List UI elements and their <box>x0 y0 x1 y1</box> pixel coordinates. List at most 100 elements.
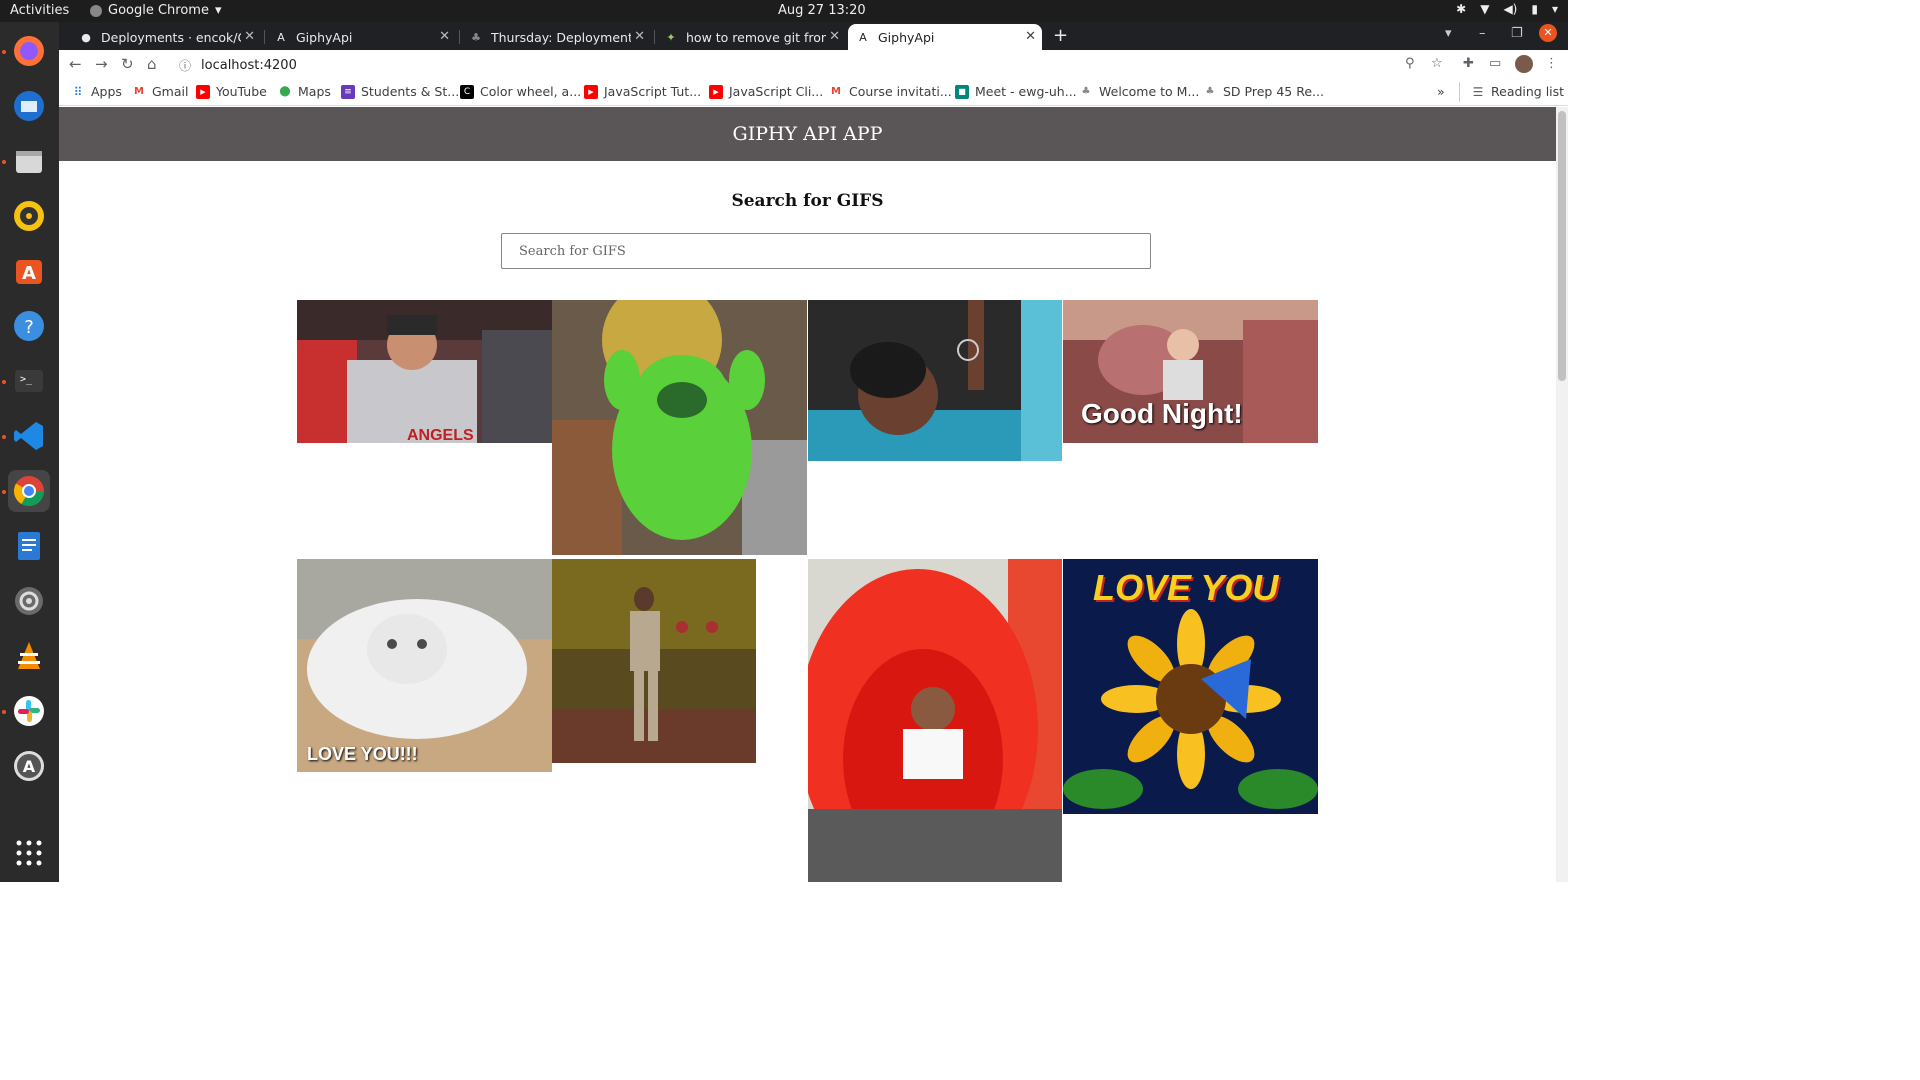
gif-cat-love-you[interactable]: LOVE YOU!!! <box>297 559 552 772</box>
terminal-icon[interactable]: >_ <box>8 360 50 402</box>
bookmark-youtube[interactable]: ▶ YouTube <box>196 84 267 99</box>
tab-search-icon[interactable]: ▾ <box>1445 26 1452 41</box>
gif-image: ANGELS <box>297 300 552 443</box>
reading-list-icon: ☰ <box>1472 84 1484 99</box>
minimize-icon[interactable]: – <box>1479 26 1486 41</box>
site-info-icon[interactable]: ⓘ <box>179 57 191 74</box>
gif-good-night[interactable]: Good Night! <box>1063 300 1318 443</box>
tab-title: GiphyApi <box>878 29 935 45</box>
power-menu-icon[interactable]: ▾ <box>1552 2 1558 16</box>
software-store-icon[interactable]: A <box>8 250 50 292</box>
app-menu[interactable]: Google Chrome ▾ <box>90 3 222 18</box>
angular-app-icon[interactable]: A <box>8 745 50 787</box>
chrome-small-icon <box>90 4 102 17</box>
libreoffice-writer-icon[interactable] <box>8 525 50 567</box>
chrome-menu-icon[interactable]: ⋮ <box>1545 56 1558 71</box>
svg-text:A: A <box>23 757 36 776</box>
tab-strip: ● Deployments · encok/Gip ✕ A GiphyApi ✕… <box>59 22 1568 50</box>
running-indicator <box>2 710 6 714</box>
bookmark-students[interactable]: ≡ Students & St... <box>341 84 459 99</box>
bookmark-gmail[interactable]: M Gmail <box>132 84 188 99</box>
meet-icon: ■ <box>955 84 969 99</box>
chrome-icon[interactable] <box>8 470 50 512</box>
youtube-icon: ▶ <box>709 84 723 99</box>
gif-caption: Good Night! <box>1081 398 1243 429</box>
files-icon[interactable] <box>8 140 50 182</box>
bookmark-color-wheel[interactable]: C Color wheel, a... <box>460 84 581 99</box>
bookmark-javascript-tut[interactable]: ▶ JavaScript Tut... <box>584 84 701 99</box>
vscode-icon[interactable] <box>8 415 50 457</box>
running-indicator <box>2 435 6 439</box>
svg-text:?: ? <box>24 317 34 338</box>
gif-caption: LOVE YOU!!! <box>307 744 418 764</box>
bookmark-sd-prep[interactable]: ♣ SD Prep 45 Re... <box>1203 84 1324 99</box>
bookmark-label: JavaScript Cli... <box>729 84 824 99</box>
close-tab-icon[interactable]: ✕ <box>244 29 255 44</box>
settings-icon[interactable] <box>8 580 50 622</box>
rhythmbox-icon[interactable] <box>8 195 50 237</box>
system-tray[interactable]: ✱ ▼ ◀) ▮ ▾ <box>1456 2 1558 16</box>
gif-green-pig[interactable] <box>552 300 807 555</box>
tab-deployments[interactable]: ● Deployments · encok/Gip ✕ <box>71 24 261 50</box>
slack-icon[interactable] <box>8 690 50 732</box>
reload-icon[interactable]: ↻ <box>121 55 134 73</box>
back-icon[interactable]: ← <box>69 55 82 73</box>
tab-remove-git[interactable]: ✦ how to remove git from a ✕ <box>656 24 846 50</box>
more-bookmarks-icon[interactable]: » <box>1437 84 1445 99</box>
search-input[interactable] <box>501 233 1151 269</box>
gif-sunflower-love-you[interactable]: LOVE YOU <box>1063 559 1318 814</box>
clock[interactable]: Aug 27 13:20 <box>778 3 866 18</box>
page-scrollbar[interactable] <box>1556 107 1568 882</box>
firefox-icon[interactable] <box>8 30 50 72</box>
bookmark-welcome[interactable]: ♣ Welcome to M... <box>1079 84 1200 99</box>
address-toolbar: ← → ↻ ⌂ ⓘ localhost:4200 ⚲ ☆ ✚ ▭ ⋮ <box>59 50 1568 80</box>
show-applications-icon[interactable] <box>8 832 50 874</box>
thunderbird-icon[interactable] <box>8 85 50 127</box>
vlc-icon[interactable] <box>8 635 50 677</box>
bookmark-course-invitation[interactable]: M Course invitati... <box>829 84 952 99</box>
zoom-icon[interactable]: ⚲ <box>1405 56 1415 71</box>
tab-thursday-deployment[interactable]: ♣ Thursday: Deployment: SE ✕ <box>461 24 651 50</box>
bookmark-javascript-cli[interactable]: ▶ JavaScript Cli... <box>709 84 823 99</box>
bookmark-label: Meet - ewg-uh... <box>975 84 1077 99</box>
omnibox[interactable]: ⓘ localhost:4200 <box>179 53 1429 77</box>
wifi-icon[interactable]: ▼ <box>1480 2 1489 16</box>
bookmark-star-icon[interactable]: ☆ <box>1431 56 1443 71</box>
bookmark-meet[interactable]: ■ Meet - ewg-uh... <box>955 84 1077 99</box>
tab-giphyapi-1[interactable]: A GiphyApi ✕ <box>266 24 456 50</box>
volume-icon[interactable]: ◀) <box>1503 2 1517 16</box>
angular-icon: A <box>277 30 285 44</box>
scrollbar-thumb[interactable] <box>1558 111 1566 381</box>
close-tab-icon[interactable]: ✕ <box>1025 29 1036 44</box>
close-tab-icon[interactable]: ✕ <box>439 29 450 44</box>
restore-icon[interactable]: ❐ <box>1511 26 1523 41</box>
close-window-icon[interactable]: ✕ <box>1539 24 1557 42</box>
close-tab-icon[interactable]: ✕ <box>634 29 645 44</box>
bookmark-label: Apps <box>91 84 122 99</box>
home-icon[interactable]: ⌂ <box>147 55 157 73</box>
activities-button[interactable]: Activities <box>10 3 69 18</box>
tab-title: how to remove git from a <box>686 29 826 45</box>
avatar[interactable] <box>1515 55 1533 73</box>
reading-list-label: Reading list <box>1491 84 1565 99</box>
slack-tray-icon[interactable]: ✱ <box>1456 2 1466 16</box>
bookmark-maps[interactable]: ⬤ Maps <box>278 84 331 99</box>
svg-text:A: A <box>22 263 36 284</box>
gif-baseball-player[interactable]: ANGELS <box>297 300 552 443</box>
bookmark-apps[interactable]: ⠿ Apps <box>71 84 122 99</box>
page-content: GIPHY API APP Search for GIFS ANGELS <box>59 107 1556 882</box>
close-tab-icon[interactable]: ✕ <box>829 29 840 44</box>
gif-baby-slide[interactable] <box>808 559 1062 882</box>
help-icon[interactable]: ? <box>8 305 50 347</box>
battery-icon[interactable]: ▮ <box>1531 2 1538 16</box>
new-tab-icon[interactable]: + <box>1053 25 1068 46</box>
forward-icon[interactable]: → <box>95 55 108 73</box>
svg-text:>_: >_ <box>20 374 33 385</box>
gif-swimmer[interactable] <box>808 300 1062 461</box>
tab-giphyapi-active[interactable]: A GiphyApi ✕ <box>848 24 1042 50</box>
extensions-icon[interactable]: ✚ <box>1463 56 1474 71</box>
gif-dancing-woman[interactable] <box>552 559 756 763</box>
reading-list-button[interactable]: ☰ Reading list <box>1471 84 1564 99</box>
cast-icon[interactable]: ▭ <box>1489 56 1501 71</box>
gmail-icon: M <box>134 86 144 97</box>
